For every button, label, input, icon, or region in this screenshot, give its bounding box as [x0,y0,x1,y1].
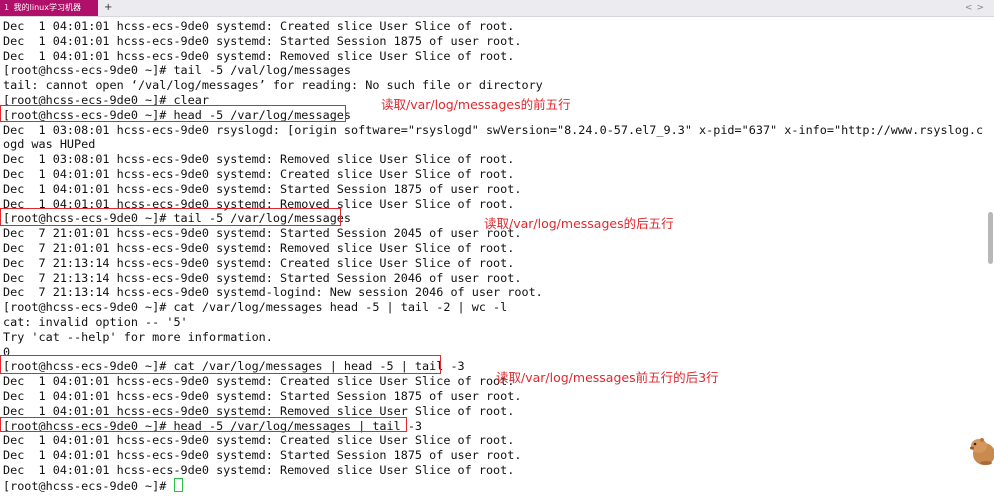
terminal-cursor [174,477,184,492]
terminal-line-text: [root@hcss-ecs-9de0 ~]# cat /var/log/mes… [3,300,508,315]
terminal-line: Dec 7 21:13:14 hcss-ecs-9de0 systemd: St… [3,271,983,286]
annotation-tail-note: 读取/var/log/messages的后五行 [484,216,674,231]
terminal-line-text: tail: cannot open ‘/val/log/messages’ fo… [3,78,543,93]
scrollbar[interactable] [986,17,994,500]
terminal-line: tail: cannot open ‘/val/log/messages’ fo… [3,78,983,93]
terminal-line: Dec 1 04:01:01 hcss-ecs-9de0 systemd: Cr… [3,374,983,389]
tab-title: 我的linux学习机器 [13,3,81,12]
chevron-left-icon[interactable]: < [965,3,977,13]
terminal-line-text: Dec 1 03:08:01 hcss-ecs-9de0 rsyslogd: [… [3,122,983,137]
new-tab-button[interactable]: + [104,0,112,16]
terminal-line-text: [root@hcss-ecs-9de0 ~]# tail -5 /val/log… [3,63,352,78]
terminal-line: Dec 1 04:01:01 hcss-ecs-9de0 systemd: Cr… [3,167,983,182]
terminal-line: cat: invalid option -- '5' [3,315,983,330]
terminal-line: Dec 1 03:08:01 hcss-ecs-9de0 rsyslogd: [… [3,123,983,138]
terminal-line: Try 'cat --help' for more information. [3,330,983,345]
terminal-line-text: Dec 1 04:01:01 hcss-ecs-9de0 systemd: Re… [3,403,515,418]
terminal-line-text: Try 'cat --help' for more information. [3,329,273,344]
terminal-line: Dec 1 04:01:01 hcss-ecs-9de0 systemd: Cr… [3,19,983,34]
terminal-line-text: Dec 1 04:01:01 hcss-ecs-9de0 systemd: Re… [3,462,515,477]
terminal-line-text: Dec 1 04:01:01 hcss-ecs-9de0 systemd: Cr… [3,166,515,181]
terminal-line-text: Dec 1 03:08:01 hcss-ecs-9de0 systemd: Re… [3,152,515,167]
terminal-line: Dec 1 04:01:01 hcss-ecs-9de0 systemd: St… [3,34,983,49]
terminal-line-text: Dec 7 21:01:01 hcss-ecs-9de0 systemd: St… [3,226,522,241]
terminal-line-text: Dec 1 04:01:01 hcss-ecs-9de0 systemd: St… [3,181,522,196]
annotation-pipe-note: 读取/var/log/messages前五行的后3行 [496,370,719,385]
highlight-head-tail-command [0,417,407,432]
terminal-line-text: ogd was HUPed [3,137,96,152]
chevron-right-icon[interactable]: > [976,3,988,13]
terminal-line: Dec 7 21:13:14 hcss-ecs-9de0 systemd: Cr… [3,256,983,271]
scrollbar-thumb[interactable] [988,212,993,264]
tab-number: 1 [4,3,10,12]
terminal-line-text: Dec 1 04:01:01 hcss-ecs-9de0 systemd: St… [3,448,522,463]
terminal-line-text: cat: invalid option -- '5' [3,314,188,329]
tab-nav: <> [965,0,988,16]
tab-session[interactable]: 1 我的linux学习机器 [0,0,98,16]
highlight-tail-command [0,208,341,226]
terminal-line: Dec 1 04:01:01 hcss-ecs-9de0 systemd: Cr… [3,433,983,448]
terminal-line: Dec 1 03:08:01 hcss-ecs-9de0 systemd: Re… [3,152,983,167]
terminal-line: [root@hcss-ecs-9de0 ~]# cat /var/log/mes… [3,300,983,315]
terminal-line-text: Dec 1 04:01:01 hcss-ecs-9de0 systemd: Cr… [3,19,515,33]
annotation-head-note: 读取/var/log/messages的前五行 [381,97,571,112]
terminal-line: Dec 1 04:01:01 hcss-ecs-9de0 systemd: St… [3,182,983,197]
terminal-line-text: Dec 1 04:01:01 hcss-ecs-9de0 systemd: Cr… [3,374,515,389]
terminal-line-text: Dec 1 04:01:01 hcss-ecs-9de0 systemd: St… [3,33,522,48]
terminal-line: Dec 1 04:01:01 hcss-ecs-9de0 systemd: Re… [3,49,983,64]
terminal-line: Dec 1 04:01:01 hcss-ecs-9de0 systemd: Re… [3,463,983,478]
tab-bar: 1 我的linux学习机器 + <> [0,0,994,17]
terminal-line-text: Dec 1 04:01:01 hcss-ecs-9de0 systemd: Re… [3,48,515,63]
capybara-mascot-icon [966,432,994,466]
terminal-line: Dec 7 21:13:14 hcss-ecs-9de0 systemd-log… [3,285,983,300]
terminal-line-text: Dec 7 21:13:14 hcss-ecs-9de0 systemd: St… [3,270,522,285]
terminal-line: Dec 7 21:01:01 hcss-ecs-9de0 systemd: Re… [3,241,983,256]
terminal-line: Dec 1 04:01:01 hcss-ecs-9de0 systemd: St… [3,448,983,463]
highlight-pipe-command [0,355,441,374]
terminal-line: [root@hcss-ecs-9de0 ~]# tail -5 /val/log… [3,63,983,78]
terminal-line-text: Dec 1 04:01:01 hcss-ecs-9de0 systemd: St… [3,388,522,403]
terminal-line: Dec 1 04:01:01 hcss-ecs-9de0 systemd: St… [3,389,983,404]
terminal-line-text: Dec 1 04:01:01 hcss-ecs-9de0 systemd: Cr… [3,433,515,448]
terminal-line-text: Dec 7 21:13:14 hcss-ecs-9de0 systemd-log… [3,285,543,300]
terminal-line: ogd was HUPed [3,137,983,152]
terminal-line-text: [root@hcss-ecs-9de0 ~]# [3,478,174,493]
terminal-line-text: Dec 7 21:01:01 hcss-ecs-9de0 systemd: Re… [3,240,515,255]
terminal-line-text: Dec 7 21:13:14 hcss-ecs-9de0 systemd: Cr… [3,255,515,270]
terminal-line: [root@hcss-ecs-9de0 ~]# [3,477,983,493]
highlight-head-command [0,105,346,122]
